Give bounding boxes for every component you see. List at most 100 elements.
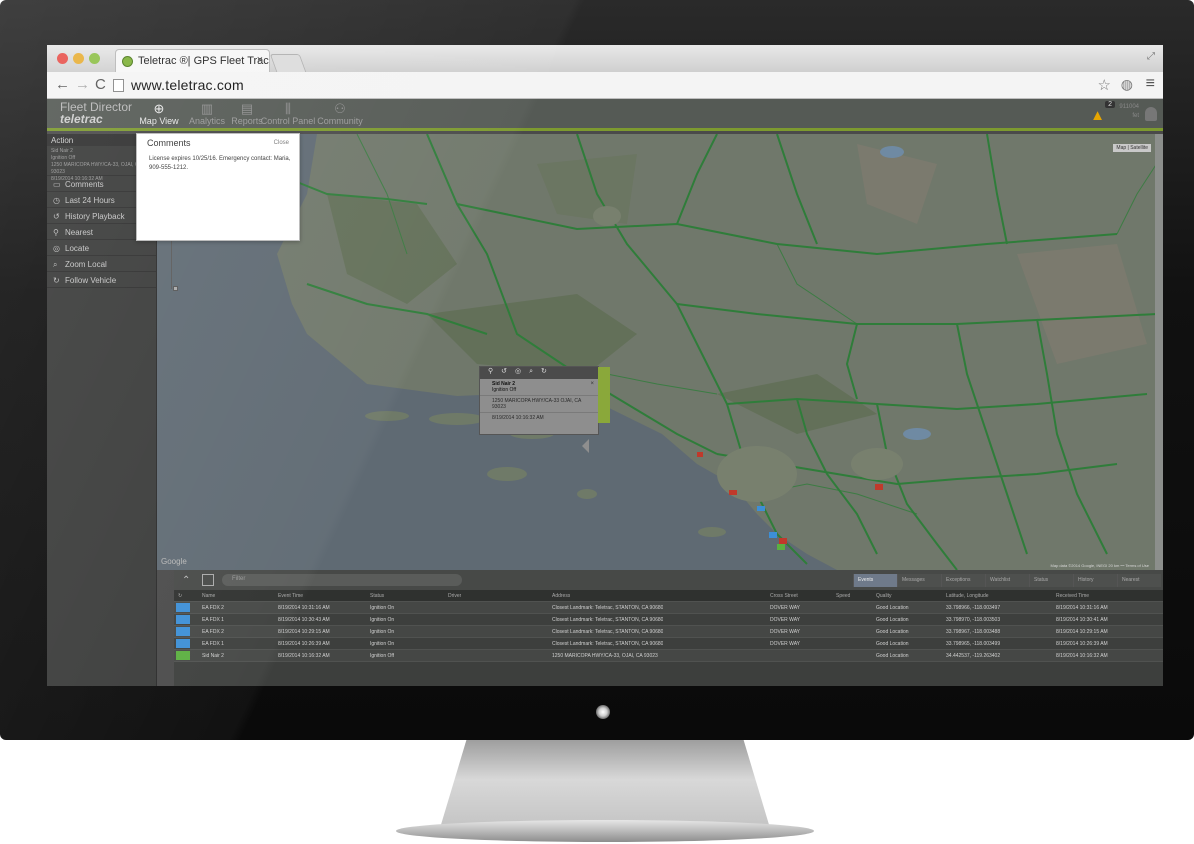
column-header[interactable]: Cross Street: [770, 593, 798, 599]
minimize-window-button[interactable]: [73, 53, 84, 64]
map-type-toggle[interactable]: Map | Satellite: [1113, 144, 1151, 152]
sliders-icon: ⫼: [285, 101, 291, 116]
refresh-icon[interactable]: ↻: [178, 593, 182, 599]
column-header[interactable]: Name: [202, 593, 215, 599]
table-cell: Closest Landmark: Teletrac, STANTON, CA …: [552, 617, 664, 623]
table-row[interactable]: Sid Nair 2 8/19/2014 10:16:32 AM Ignition …: [174, 650, 1163, 662]
table-cell: EA FDX 1: [202, 641, 224, 647]
comments-title: Comments: [147, 138, 191, 148]
new-tab-button[interactable]: [269, 54, 307, 72]
sidebar-item-label: Last 24 Hours: [65, 196, 115, 205]
table-cell: EA FDX 2: [202, 629, 224, 635]
bookmark-star-icon[interactable]: ☆: [1098, 76, 1111, 94]
people-icon: ⚇: [334, 101, 346, 116]
sidebar-item-zoom-local[interactable]: ⌕ Zoom Local: [47, 256, 156, 272]
table-row[interactable]: EA FDX 2 8/19/2014 10:31:16 AM Ignition On…: [174, 602, 1163, 614]
zoom-handle[interactable]: [173, 286, 178, 291]
page-icon: [113, 79, 124, 92]
column-header[interactable]: Latitude, Longitude: [946, 593, 989, 599]
sidebar-item-follow-vehicle[interactable]: ↻ Follow Vehicle: [47, 272, 156, 288]
table-row[interactable]: EA FDX 2 8/19/2014 10:29:15 AM Ignition On…: [174, 626, 1163, 638]
sidebar-item-label: Zoom Local: [65, 260, 107, 269]
vehicle-icon: [176, 639, 190, 648]
sidebar-item-label: Locate: [65, 244, 90, 253]
table-cell: EA FDX 1: [202, 617, 224, 623]
tab-watchlist[interactable]: Watchlist: [985, 574, 1029, 587]
column-header[interactable]: Status: [370, 593, 384, 599]
follow-icon[interactable]: ↻: [541, 368, 555, 375]
column-header[interactable]: Received Time: [1056, 593, 1089, 599]
table-cell: 8/19/2014 10:31:16 AM: [278, 605, 330, 611]
tab-messages[interactable]: Messages: [897, 574, 941, 587]
tab-history[interactable]: History: [1073, 574, 1117, 587]
fullscreen-icon[interactable]: ⤢: [1147, 51, 1155, 62]
locate-icon[interactable]: ◎: [515, 368, 529, 375]
table-cell: Ignition On: [370, 617, 395, 623]
tab-exceptions[interactable]: Exceptions: [941, 574, 985, 587]
table-cell: 8/19/2014 10:26:39 AM: [278, 641, 330, 647]
zoom-icon: ⌕: [53, 260, 58, 269]
tab-close-icon[interactable]: ×: [257, 54, 263, 66]
follow-icon: ↻: [53, 276, 60, 285]
warning-icon[interactable]: ▲: [1090, 107, 1105, 124]
reload-icon[interactable]: C: [95, 76, 106, 93]
vehicle-icon: [176, 603, 190, 612]
search-icon[interactable]: ⌕: [529, 368, 541, 375]
sidebar-item-locate[interactable]: ◎ Locate: [47, 240, 156, 256]
popup-expand-tab[interactable]: [598, 367, 610, 423]
column-header[interactable]: Address: [552, 593, 570, 599]
column-header[interactable]: Quality: [876, 593, 892, 599]
forward-arrow-icon[interactable]: →: [75, 76, 90, 93]
comment-icon: ▭: [53, 180, 61, 189]
nav-community[interactable]: ⚇ Community: [310, 101, 370, 127]
column-header[interactable]: Driver: [448, 593, 461, 599]
maximize-window-button[interactable]: [89, 53, 100, 64]
user-avatar-icon[interactable]: [1145, 107, 1157, 121]
monitor-base: [396, 820, 814, 842]
map-view[interactable]: Map | Satellite Google Map data ©2014 Go…: [157, 134, 1163, 570]
history-icon[interactable]: ↺: [501, 368, 515, 375]
map-scrollbar[interactable]: [1155, 134, 1163, 570]
tab-nearest[interactable]: Nearest: [1117, 574, 1161, 587]
column-header[interactable]: Speed: [836, 593, 850, 599]
table-icon[interactable]: [202, 574, 214, 586]
popup-close-icon[interactable]: ×: [590, 381, 594, 387]
comments-close-button[interactable]: Close: [274, 140, 289, 146]
table-cell: 8/19/2014 10:16:32 AM: [1056, 653, 1108, 659]
table-cell: 34.442537, -119.263402: [946, 653, 1001, 659]
table-cell: Good Location: [876, 653, 909, 659]
table-cell: 8/19/2014 10:16:32 AM: [278, 653, 330, 659]
nav-control-panel[interactable]: ⫼ Control Panel: [258, 101, 318, 127]
column-header[interactable]: Event Time: [278, 593, 303, 599]
user-name: fet: [1132, 113, 1139, 119]
table-cell: 8/19/2014 10:30:43 AM: [278, 617, 330, 623]
table-cell: Closest Landmark: Teletrac, STANTON, CA …: [552, 629, 664, 635]
grid-filter-input[interactable]: Filter: [222, 574, 462, 586]
grid-toolbar: ⌃ Filter Events Messages Exceptions Watc…: [174, 570, 1163, 590]
url-field[interactable]: www.teletrac.com: [131, 77, 244, 93]
table-cell: Good Location: [876, 641, 909, 647]
vehicle-popup[interactable]: ⚲↺◎⌕↻ Sid Nair 2 Ignition Off 1250 MARIC…: [479, 366, 610, 435]
nav-label: Control Panel: [260, 116, 316, 126]
table-cell: Good Location: [876, 605, 909, 611]
popup-vehicle: Sid Nair 2 Ignition Off: [480, 379, 598, 395]
fleet-director-logo: Fleet Director teletrac: [60, 101, 132, 125]
zoom-slider[interactable]: [171, 234, 179, 289]
browser-tab[interactable]: Teletrac ®| GPS Fleet Track ×: [115, 49, 270, 72]
table-row[interactable]: EA FDX 1 8/19/2014 10:26:39 AM Ignition On…: [174, 638, 1163, 650]
tab-status[interactable]: Status: [1029, 574, 1073, 587]
history-icon: ↺: [53, 212, 60, 221]
table-row[interactable]: EA FDX 1 8/19/2014 10:30:43 AM Ignition On…: [174, 614, 1163, 626]
table-cell: DOVER WAY: [770, 641, 801, 647]
collapse-icon[interactable]: ⌃: [182, 575, 190, 586]
tab-events[interactable]: Events: [853, 574, 897, 587]
table-cell: Ignition On: [370, 605, 395, 611]
sidebar-item-label: Nearest: [65, 228, 94, 237]
user-info[interactable]: 911004 fet: [1119, 103, 1139, 121]
pin-icon[interactable]: ⚲: [488, 368, 501, 375]
hamburger-menu-icon[interactable]: ≡: [1146, 75, 1155, 93]
extension-icon[interactable]: ◍: [1121, 76, 1133, 93]
back-arrow-icon[interactable]: ←: [55, 76, 70, 93]
close-window-button[interactable]: [57, 53, 68, 64]
table-cell: Ignition Off: [370, 653, 395, 659]
